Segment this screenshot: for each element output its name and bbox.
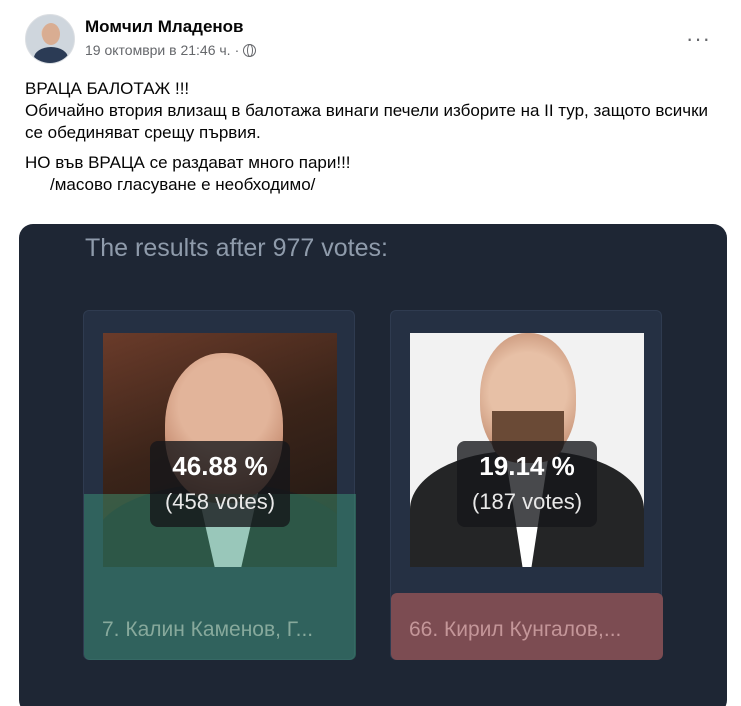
avatar[interactable] (25, 14, 75, 64)
poll-option-1[interactable]: 46.88 % (458 votes) 7. Калин Каменов, Г.… (83, 310, 356, 660)
option-2-name: 66. Кирил Кунгалов,... (409, 618, 622, 641)
option-1-name: 7. Калин Каменов, Г... (102, 618, 314, 641)
meta-separator: · (234, 42, 240, 58)
post-line-1: ВРАЦА БАЛОТАЖ !!! (25, 79, 190, 98)
post-header: Момчил Младенов 19 октомври в 21:46 ч. ·… (25, 14, 741, 64)
post-line-3: НО във ВРАЦА се раздават много пари!!! (25, 153, 351, 172)
more-options-button[interactable]: ··· (686, 26, 711, 52)
post-timestamp[interactable]: 19 октомври в 21:46 ч. (85, 42, 231, 58)
post-line-2: Обичайно втория влизащ в балотажа винаги… (25, 101, 709, 142)
globe-icon[interactable] (243, 43, 257, 57)
poll-option-2[interactable]: 19.14 % (187 votes) 66. Кирил Кунгалов,.… (390, 310, 663, 660)
avatar-suit (34, 47, 68, 63)
option-1-percent: 46.88 % (172, 451, 268, 481)
avatar-face (42, 23, 60, 45)
post-text: ВРАЦА БАЛОТАЖ !!! Обичайно втория влизащ… (25, 78, 721, 196)
result-box-2: 19.14 % (187 votes) (457, 441, 597, 527)
poll-title: The results after 977 votes: (85, 234, 388, 262)
option-2-percent: 19.14 % (479, 451, 575, 481)
post-line-4: /масово гласуване е необходимо/ (50, 175, 316, 194)
result-box-1: 46.88 % (458 votes) (150, 441, 290, 527)
author-name[interactable]: Момчил Младенов (85, 17, 244, 37)
poll-results-card: The results after 977 votes: 46.88 % (45… (19, 224, 727, 706)
option-2-votes: (187 votes) (471, 489, 583, 514)
post-meta: 19 октомври в 21:46 ч. · (85, 42, 257, 58)
option-1-votes: (458 votes) (164, 489, 276, 514)
